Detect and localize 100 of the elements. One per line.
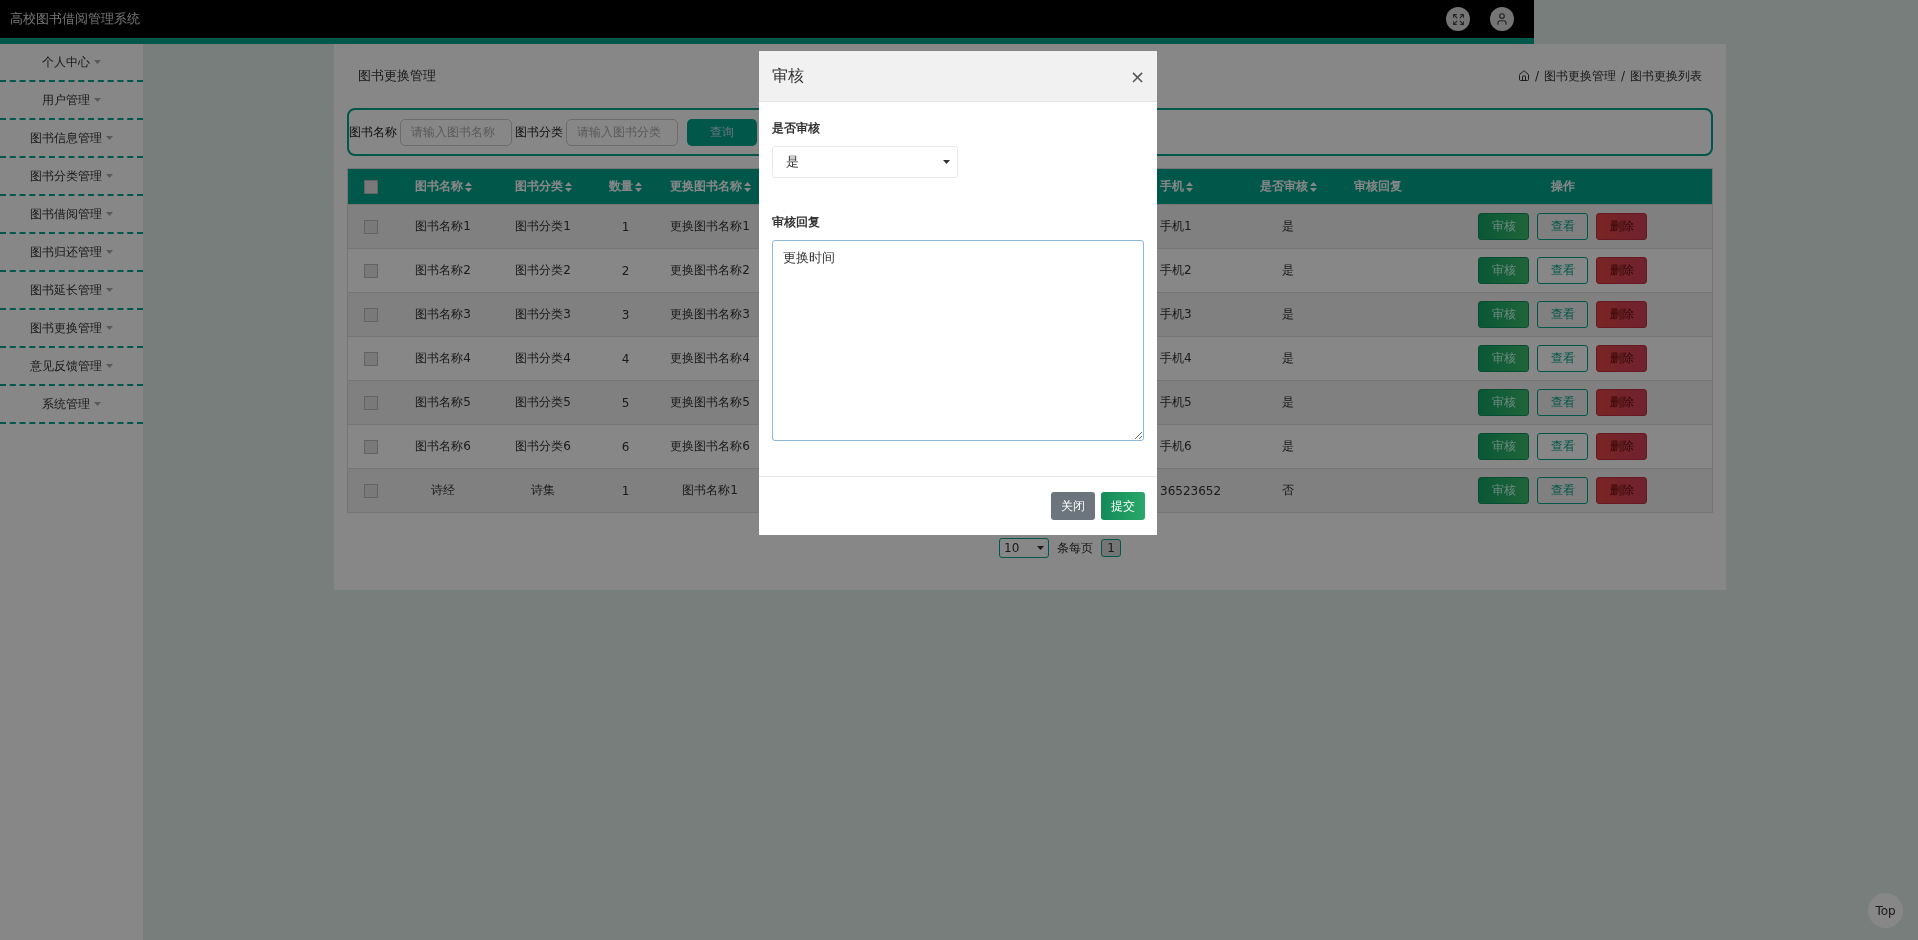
sidebar-item[interactable]: 系统管理 xyxy=(0,386,143,424)
reply-field[interactable]: 更换时间 xyxy=(772,240,1144,441)
column-header[interactable]: 更换图书名称 xyxy=(669,178,751,195)
view-button[interactable]: 查看 xyxy=(1537,213,1588,240)
view-button[interactable]: 查看 xyxy=(1537,257,1588,284)
view-button[interactable]: 查看 xyxy=(1537,477,1588,504)
select-all-checkbox[interactable] xyxy=(363,179,378,194)
column-header: 操作 xyxy=(1550,178,1575,195)
sidebar-item[interactable]: 图书更换管理 xyxy=(0,310,143,348)
table-cell-text: 图书名称3 xyxy=(414,306,472,323)
column-header[interactable]: 图书名称 xyxy=(414,178,472,195)
close-button[interactable]: × xyxy=(1129,65,1145,87)
breadcrumb-separator: / xyxy=(1534,69,1539,83)
caret-icon xyxy=(106,250,113,254)
delete-button[interactable]: 删除 xyxy=(1596,257,1647,284)
search-button[interactable]: 查询 xyxy=(687,118,757,146)
row-checkbox[interactable] xyxy=(363,219,378,234)
sidebar-item[interactable]: 意见反馈管理 xyxy=(0,348,143,386)
view-button[interactable]: 查看 xyxy=(1537,301,1588,328)
breadcrumb-item[interactable]: 图书更换管理 xyxy=(1543,67,1616,85)
row-checkbox[interactable] xyxy=(363,395,378,410)
sidebar-item[interactable]: 图书借阅管理 xyxy=(0,196,143,234)
breadcrumb-separator: / xyxy=(1620,69,1625,83)
sidebar-item[interactable]: 用户管理 xyxy=(0,82,143,120)
delete-button[interactable]: 删除 xyxy=(1596,477,1647,504)
row-checkbox[interactable] xyxy=(363,483,378,498)
delete-button[interactable]: 删除 xyxy=(1596,301,1647,328)
caret-icon xyxy=(94,402,101,406)
table-cell-text: 图书名称4 xyxy=(414,350,472,367)
caret-icon xyxy=(1037,546,1044,550)
column-header[interactable]: 是否审核 xyxy=(1259,178,1317,195)
field-label: 是否审核 xyxy=(772,120,821,137)
table-cell-text: 是 xyxy=(1281,350,1295,367)
caret-icon xyxy=(106,174,113,178)
table-cell-text: 更换图书名称6 xyxy=(669,438,751,455)
sidebar-item[interactable]: 图书信息管理 xyxy=(0,120,143,158)
table-cell-text: 是 xyxy=(1281,218,1295,235)
table-cell-text: 图书分类4 xyxy=(514,350,572,367)
close-dialog-button[interactable]: 关闭 xyxy=(1051,492,1095,520)
table-cell-text: 是 xyxy=(1281,262,1295,279)
review-button[interactable]: 审核 xyxy=(1478,389,1529,416)
search-label: 图书分类 xyxy=(515,123,563,141)
back-to-top-button[interactable]: Top xyxy=(1868,893,1903,928)
delete-button[interactable]: 删除 xyxy=(1596,345,1647,372)
review-button[interactable]: 审核 xyxy=(1478,345,1529,372)
table-cell-text: 4 xyxy=(620,351,631,366)
sidebar-item[interactable]: 图书延长管理 xyxy=(0,272,143,310)
review-button[interactable]: 审核 xyxy=(1478,477,1529,504)
table-cell-text: 36523652 xyxy=(1160,483,1223,498)
table-cell-text: 更换图书名称5 xyxy=(669,394,751,411)
table-cell-text: 3 xyxy=(620,307,631,322)
home-icon[interactable] xyxy=(1517,70,1530,82)
column-header[interactable]: 图书分类 xyxy=(514,178,572,195)
delete-button[interactable]: 删除 xyxy=(1596,213,1647,240)
review-button[interactable]: 审核 xyxy=(1478,257,1529,284)
row-checkbox[interactable] xyxy=(363,307,378,322)
review-button[interactable]: 审核 xyxy=(1478,301,1529,328)
page-title: 图书更换管理 xyxy=(358,67,436,85)
review-button[interactable]: 审核 xyxy=(1478,213,1529,240)
table-cell-text: 是 xyxy=(1281,306,1295,323)
caret-icon xyxy=(106,136,113,140)
delete-button[interactable]: 删除 xyxy=(1596,389,1647,416)
view-button[interactable]: 查看 xyxy=(1537,433,1588,460)
page-size-select[interactable]: 10 xyxy=(999,538,1049,558)
caret-icon xyxy=(94,60,101,64)
table-cell-text: 否 xyxy=(1281,482,1295,499)
sidebar-item[interactable]: 图书分类管理 xyxy=(0,158,143,196)
select-field[interactable]: 是 xyxy=(772,146,958,178)
table-cell-text: 图书名称2 xyxy=(414,262,472,279)
table-cell-text: 诗经 xyxy=(430,482,456,499)
row-checkbox[interactable] xyxy=(363,263,378,278)
caret-icon xyxy=(106,288,113,292)
submit-button[interactable]: 提交 xyxy=(1101,492,1145,520)
table-cell-text: 1 xyxy=(620,219,631,234)
dialog-title: 审核 xyxy=(772,65,804,87)
review-button[interactable]: 审核 xyxy=(1478,433,1529,460)
fullscreen-icon[interactable] xyxy=(1446,7,1470,31)
sidebar-item[interactable]: 个人中心 xyxy=(0,44,143,82)
row-checkbox[interactable] xyxy=(363,439,378,454)
page-button[interactable]: 1 xyxy=(1101,539,1121,557)
row-checkbox[interactable] xyxy=(363,351,378,366)
app-title: 高校图书借阅管理系统 xyxy=(10,10,140,28)
user-icon[interactable] xyxy=(1490,7,1514,31)
table-cell-text: 图书分类5 xyxy=(514,394,572,411)
table-cell-text: 图书分类1 xyxy=(514,218,572,235)
table-cell-text: 图书名称1 xyxy=(681,482,739,499)
table-cell-text: 图书分类3 xyxy=(514,306,572,323)
sidebar-item[interactable]: 图书归还管理 xyxy=(0,234,143,272)
breadcrumb-item[interactable]: 图书更换列表 xyxy=(1630,67,1702,85)
column-header[interactable]: 手机 xyxy=(1160,178,1193,195)
delete-button[interactable]: 删除 xyxy=(1596,433,1647,460)
column-header[interactable]: 数量 xyxy=(609,178,642,195)
table-cell-text: 图书名称5 xyxy=(414,394,472,411)
search-label: 图书名称 xyxy=(349,123,397,141)
view-button[interactable]: 查看 xyxy=(1537,389,1588,416)
table-cell-text: 更换图书名称2 xyxy=(669,262,751,279)
table-cell-text: 图书分类2 xyxy=(514,262,572,279)
table-cell-text: 诗集 xyxy=(530,482,556,499)
view-button[interactable]: 查看 xyxy=(1537,345,1588,372)
caret-icon xyxy=(106,364,113,368)
